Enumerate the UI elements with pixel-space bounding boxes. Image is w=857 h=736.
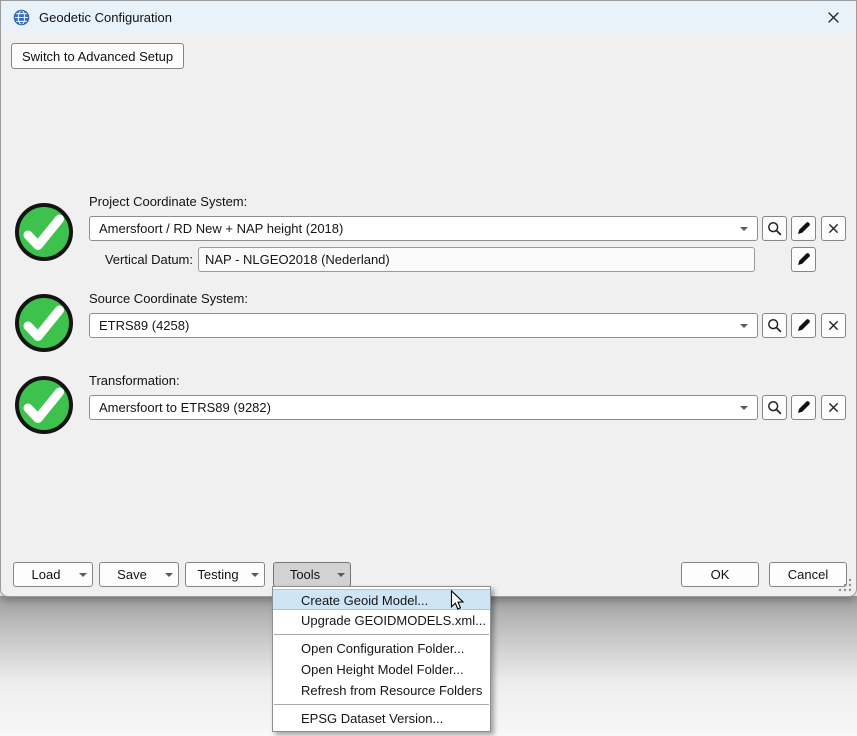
transformation-combo[interactable]: Amersfoort to ETRS89 (9282) bbox=[89, 395, 758, 420]
clear-button-source[interactable] bbox=[821, 313, 846, 338]
chevron-down-icon bbox=[740, 405, 748, 410]
save-button[interactable]: Save bbox=[99, 562, 179, 587]
search-button-source[interactable] bbox=[762, 313, 787, 338]
cancel-button[interactable]: Cancel bbox=[769, 562, 847, 587]
chevron-down-icon[interactable] bbox=[246, 563, 264, 586]
search-icon bbox=[768, 319, 782, 333]
search-button-project[interactable] bbox=[762, 216, 787, 241]
resize-grip[interactable] bbox=[837, 577, 853, 598]
edit-pen-icon bbox=[798, 319, 810, 331]
geodetic-configuration-dialog: Geodetic Configuration Switch to Advance… bbox=[0, 0, 857, 597]
switch-to-advanced-setup-button[interactable]: Switch to Advanced Setup bbox=[11, 43, 185, 69]
chevron-down-icon bbox=[740, 323, 748, 328]
source-coordinate-system-value: ETRS89 (4258) bbox=[99, 318, 190, 333]
vertical-datum-label: Vertical Datum: bbox=[104, 252, 193, 267]
search-icon bbox=[768, 401, 782, 415]
chevron-down-icon[interactable] bbox=[332, 563, 350, 586]
transformation-label: Transformation: bbox=[89, 373, 180, 388]
project-coordinate-system-combo[interactable]: Amersfoort / RD New + NAP height (2018) bbox=[89, 216, 758, 241]
project-coordinate-system-label: Project Coordinate System: bbox=[89, 194, 248, 209]
check-circle-icon-project bbox=[14, 202, 74, 262]
project-coordinate-system-value: Amersfoort / RD New + NAP height (2018) bbox=[99, 221, 344, 236]
edit-button-source[interactable] bbox=[791, 313, 816, 338]
source-coordinate-system-combo[interactable]: ETRS89 (4258) bbox=[89, 313, 758, 338]
load-button[interactable]: Load bbox=[13, 562, 93, 587]
search-button-transformation[interactable] bbox=[762, 395, 787, 420]
menu-item-open-configuration-folder[interactable]: Open Configuration Folder... bbox=[273, 638, 490, 659]
check-circle-icon-source bbox=[14, 293, 74, 353]
titlebar[interactable]: Geodetic Configuration bbox=[1, 1, 856, 33]
menu-item-upgrade-geoidmodels-xml[interactable]: Upgrade GEOIDMODELS.xml... bbox=[273, 610, 490, 631]
transformation-value: Amersfoort to ETRS89 (9282) bbox=[99, 400, 271, 415]
tools-button[interactable]: Tools bbox=[273, 562, 351, 587]
load-button-label: Load bbox=[31, 567, 61, 582]
edit-button-project[interactable] bbox=[791, 216, 816, 241]
globe-icon bbox=[13, 9, 30, 26]
clear-x-icon bbox=[828, 402, 839, 413]
testing-button-label: Testing bbox=[197, 567, 239, 582]
chevron-down-icon[interactable] bbox=[74, 563, 92, 586]
tools-menu: Create Geoid Model... Upgrade GEOIDMODEL… bbox=[272, 586, 491, 732]
menu-item-refresh-from-resource-folders[interactable]: Refresh from Resource Folders bbox=[273, 680, 490, 701]
edit-button-vertical-datum[interactable] bbox=[791, 247, 816, 272]
close-icon[interactable] bbox=[822, 6, 844, 28]
edit-button-transformation[interactable] bbox=[791, 395, 816, 420]
clear-x-icon bbox=[828, 223, 839, 234]
menu-item-open-height-model-folder[interactable]: Open Height Model Folder... bbox=[273, 659, 490, 680]
edit-pen-icon bbox=[798, 253, 810, 265]
tools-button-label: Tools bbox=[289, 567, 321, 582]
clear-x-icon bbox=[828, 320, 839, 331]
edit-pen-icon bbox=[798, 401, 810, 413]
window-title: Geodetic Configuration bbox=[39, 9, 172, 25]
vertical-datum-field[interactable]: NAP - NLGEO2018 (Nederland) bbox=[198, 247, 755, 272]
search-icon bbox=[768, 222, 782, 236]
edit-pen-icon bbox=[798, 222, 810, 234]
chevron-down-icon bbox=[740, 226, 748, 231]
testing-button[interactable]: Testing bbox=[185, 562, 265, 587]
vertical-datum-value: NAP - NLGEO2018 (Nederland) bbox=[205, 252, 390, 267]
save-button-label: Save bbox=[117, 567, 147, 582]
chevron-down-icon[interactable] bbox=[160, 563, 178, 586]
ok-button[interactable]: OK bbox=[681, 562, 759, 587]
menu-separator bbox=[274, 704, 489, 705]
menu-item-epsg-dataset-version[interactable]: EPSG Dataset Version... bbox=[273, 708, 490, 729]
menu-separator bbox=[274, 634, 489, 635]
clear-button-project[interactable] bbox=[821, 216, 846, 241]
menu-item-create-geoid-model[interactable]: Create Geoid Model... bbox=[273, 589, 490, 610]
clear-button-transformation[interactable] bbox=[821, 395, 846, 420]
source-coordinate-system-label: Source Coordinate System: bbox=[89, 291, 248, 306]
check-circle-icon-transformation bbox=[14, 375, 74, 435]
